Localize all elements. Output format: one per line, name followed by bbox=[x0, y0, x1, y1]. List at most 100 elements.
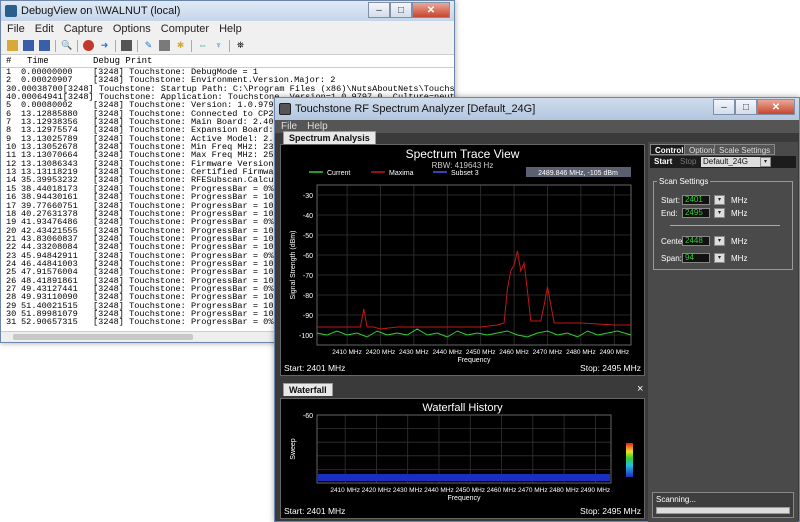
waterfall-chart[interactable]: 2410 MHz 2420 MHz 2430 MHz 2440 MHz 2450 MHz… bbox=[281, 399, 644, 518]
y-tick-label: -90 bbox=[303, 313, 313, 320]
menu-options[interactable]: Options bbox=[113, 23, 151, 35]
open-icon[interactable] bbox=[7, 40, 18, 51]
status-box: Scanning... bbox=[652, 492, 794, 518]
minimize-button[interactable]: – bbox=[368, 2, 390, 18]
log-time: 52.90657315 bbox=[21, 317, 78, 328]
col-num[interactable]: # bbox=[1, 56, 21, 66]
minimize-button[interactable]: – bbox=[713, 99, 735, 115]
tab-spectrum-analysis[interactable]: Spectrum Analysis bbox=[283, 131, 376, 144]
start-spin-icon[interactable]: ▾ bbox=[714, 195, 725, 205]
time-icon[interactable]: ⇔ bbox=[197, 40, 208, 51]
end-unit: MHz bbox=[731, 209, 748, 218]
stop-button[interactable]: Stop bbox=[680, 157, 696, 166]
analyzer-titlebar[interactable]: Touchstone RF Spectrum Analyzer [Default… bbox=[275, 98, 799, 120]
plot-frame bbox=[316, 414, 612, 484]
start-field[interactable]: 2401 bbox=[682, 195, 710, 205]
color-scale bbox=[626, 443, 633, 477]
highlight-icon[interactable] bbox=[159, 40, 170, 51]
stop-freq-label: Stop: 2495 MHz bbox=[580, 363, 641, 373]
log-num: 6 bbox=[6, 108, 12, 119]
log-num: 1 bbox=[6, 68, 12, 77]
maximize-button[interactable]: □ bbox=[390, 2, 412, 18]
waterfall-band bbox=[318, 474, 610, 481]
plot-frame bbox=[316, 184, 632, 346]
log-header: # Time Debug Print bbox=[1, 55, 454, 68]
filter-icon[interactable]: ✎ bbox=[143, 40, 154, 51]
center-spin-icon[interactable]: ▾ bbox=[714, 236, 725, 246]
start-unit: MHz bbox=[731, 196, 748, 205]
scroll-thumb[interactable] bbox=[13, 334, 193, 340]
clock-icon[interactable]: ♆ bbox=[213, 40, 224, 51]
save-as-icon[interactable] bbox=[39, 40, 50, 51]
legend-label: Current bbox=[327, 170, 350, 177]
clear-icon[interactable] bbox=[121, 40, 132, 51]
close-button[interactable]: ✕ bbox=[412, 2, 450, 18]
menu-capture[interactable]: Capture bbox=[64, 23, 103, 35]
tab-scale-settings[interactable]: Scale Settings bbox=[714, 144, 776, 155]
maximize-button[interactable]: □ bbox=[735, 99, 757, 115]
series-maxima-line bbox=[317, 250, 631, 330]
y-axis-label: Sweep bbox=[290, 438, 297, 460]
x-tick-label: 2420 MHz bbox=[366, 349, 396, 356]
scan-settings-label: Scan Settings bbox=[657, 177, 711, 186]
debugview-titlebar[interactable]: DebugView on \\WALNUT (local) – □ ✕ bbox=[1, 1, 454, 21]
log-num: 7 bbox=[6, 117, 12, 128]
y-tick-label: -50 bbox=[303, 233, 313, 240]
start-button[interactable]: Start bbox=[654, 157, 672, 166]
analyzer-app-icon bbox=[279, 103, 291, 115]
menu-edit[interactable]: Edit bbox=[35, 23, 54, 35]
analyzer-window[interactable]: Touchstone RF Spectrum Analyzer [Default… bbox=[274, 97, 800, 522]
control-panel: Controls Options Scale Settings Start St… bbox=[648, 142, 798, 522]
end-field[interactable]: 2495 bbox=[682, 208, 710, 218]
end-spin-icon[interactable]: ▾ bbox=[714, 208, 725, 218]
menu-computer[interactable]: Computer bbox=[161, 23, 209, 35]
col-print[interactable]: Debug Print bbox=[93, 56, 454, 66]
x-axis-label: Frequency bbox=[457, 357, 491, 364]
binoculars-icon[interactable]: ⛯ bbox=[235, 40, 246, 51]
tab-waterfall[interactable]: Waterfall bbox=[283, 383, 333, 396]
x-tick-label: 2470 MHz bbox=[533, 349, 563, 356]
spectrum-panel: Spectrum Trace View RBW: 419643 Hz Curre… bbox=[280, 144, 645, 376]
start-freq-label: Start: 2401 MHz bbox=[284, 363, 346, 373]
progress-bar bbox=[656, 507, 790, 514]
waterfall-close-button[interactable]: × bbox=[637, 383, 643, 395]
y-tick-label: -60 bbox=[303, 413, 313, 420]
span-spin-icon[interactable]: ▾ bbox=[714, 253, 725, 263]
options-icon[interactable]: ✱ bbox=[175, 40, 186, 51]
x-tick-label: 2470 MHz bbox=[518, 487, 548, 494]
autoscroll-icon[interactable]: ➜ bbox=[99, 40, 110, 51]
span-label: Span: bbox=[661, 254, 682, 263]
col-time[interactable]: Time bbox=[21, 56, 93, 66]
y-tick-label: -40 bbox=[303, 213, 313, 220]
x-tick-label: 2490 MHz bbox=[599, 349, 629, 356]
x-tick-label: 2410 MHz bbox=[330, 487, 360, 494]
y-tick-label: -30 bbox=[303, 193, 313, 200]
profile-dropdown-icon[interactable]: ▾ bbox=[760, 157, 771, 167]
profile-select[interactable]: Default_24G bbox=[701, 157, 761, 167]
start-label: Start: bbox=[661, 196, 681, 205]
capture-icon[interactable] bbox=[83, 40, 94, 51]
log-num: 31 bbox=[6, 317, 17, 328]
menu-file[interactable]: File bbox=[7, 23, 25, 35]
find-icon[interactable]: 🔍 bbox=[61, 40, 72, 51]
marker-readout: 2489.846 MHz, -105 dBm bbox=[538, 170, 618, 177]
x-tick-label: 2460 MHz bbox=[487, 487, 517, 494]
y-tick-label: -60 bbox=[303, 253, 313, 260]
close-button[interactable]: ✕ bbox=[757, 99, 795, 115]
log-num: 5 bbox=[6, 100, 12, 111]
x-tick-label: 2430 MHz bbox=[399, 349, 429, 356]
x-tick-label: 2430 MHz bbox=[393, 487, 423, 494]
debugview-app-icon bbox=[5, 5, 17, 17]
x-tick-label: 2410 MHz bbox=[332, 349, 362, 356]
status-text: Scanning... bbox=[656, 495, 697, 504]
menu-help[interactable]: Help bbox=[219, 23, 242, 35]
waterfall-panel: Waterfall History 2410 MHz 2420 MHz 2430 M… bbox=[280, 398, 645, 519]
save-icon[interactable] bbox=[23, 40, 34, 51]
wf-start-freq-label: Start: 2401 MHz bbox=[284, 506, 346, 516]
log-num: 8 bbox=[6, 125, 12, 136]
spectrum-chart[interactable]: Current Maxima Subset 3 2489.846 MHz, -105 … bbox=[281, 145, 644, 375]
span-field[interactable]: 94 bbox=[682, 253, 710, 263]
center-field[interactable]: 2448 bbox=[682, 236, 710, 246]
analyzer-title: Touchstone RF Spectrum Analyzer [Default… bbox=[295, 103, 536, 115]
span-unit: MHz bbox=[731, 254, 748, 263]
